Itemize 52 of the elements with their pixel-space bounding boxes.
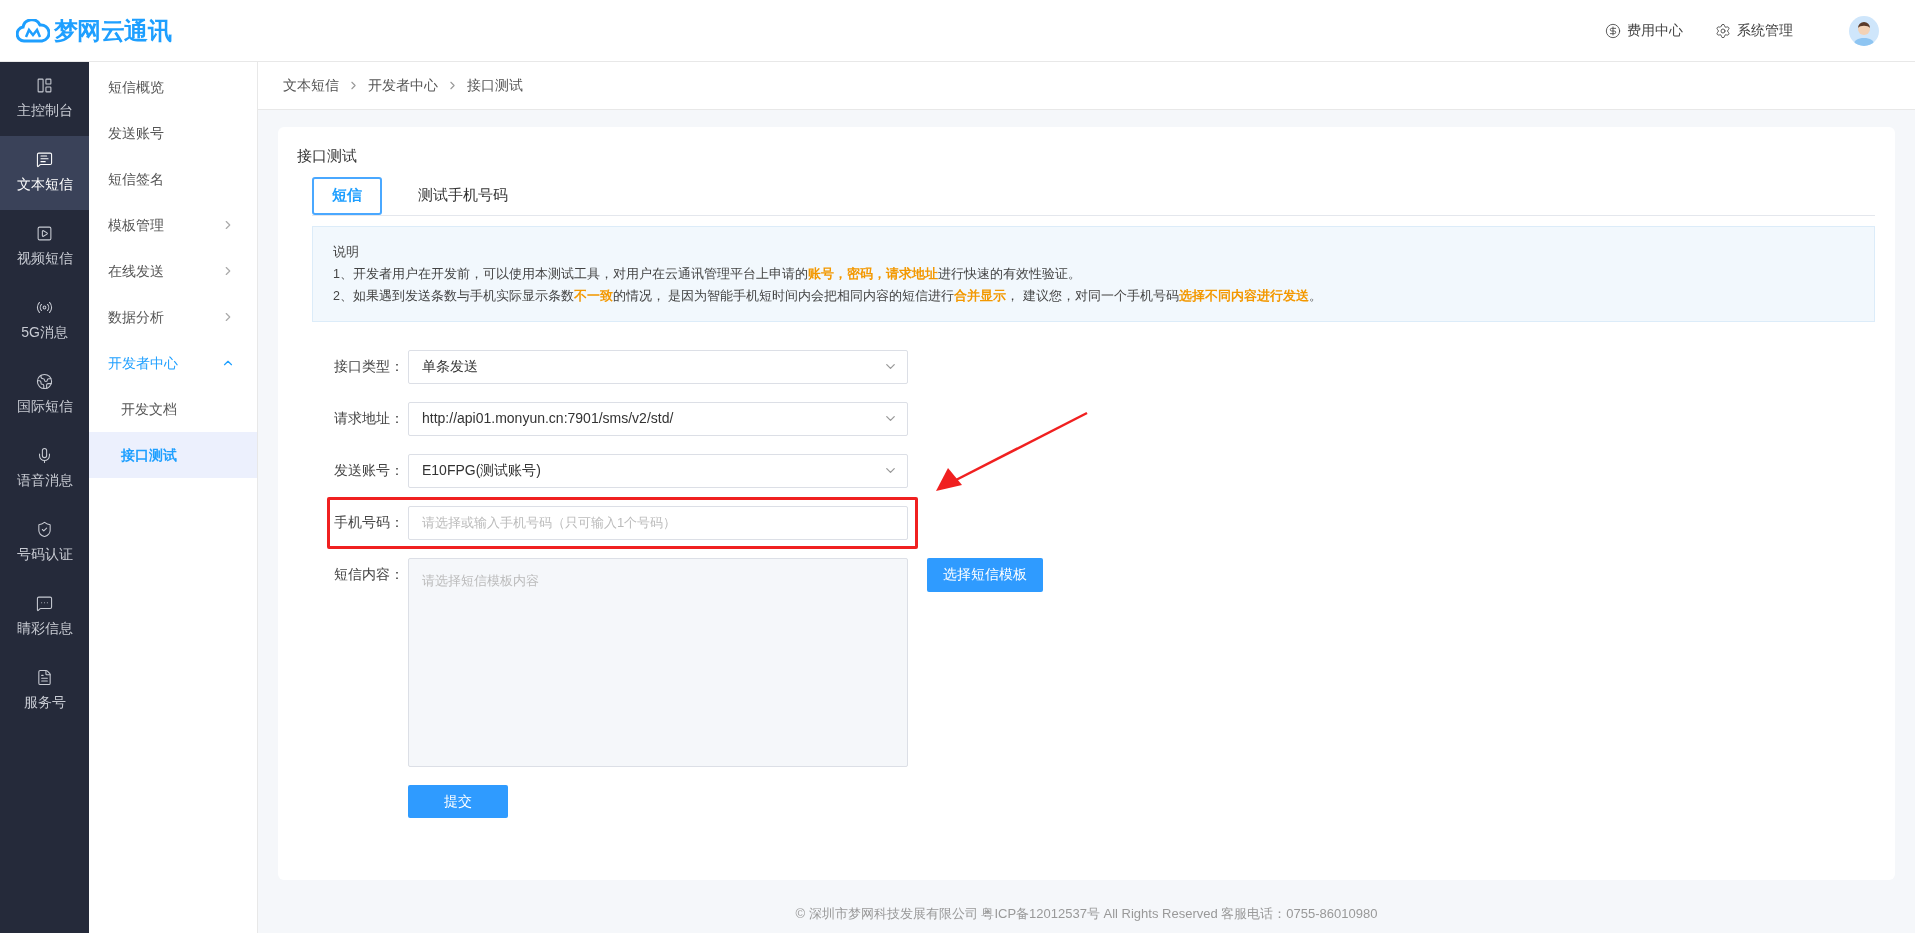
notice-text: 2、如果遇到发送条数与手机实际显示条数不一致的情况， 是因为智能手机短时间内会把相同内容的短信进行合并显示， 建议您，对同一个手机号码选择不同内容进行发送。	[333, 287, 1322, 305]
main-nav-item[interactable]: 号码认证	[0, 506, 89, 580]
content-textarea[interactable]: 请选择短信模板内容	[408, 557, 908, 767]
sub-nav-item[interactable]: 短信签名	[89, 156, 257, 202]
main-nav-item[interactable]: 文本短信	[0, 136, 89, 210]
document-icon	[36, 669, 53, 686]
main-nav-item[interactable]: 睛彩信息	[0, 580, 89, 654]
sub-nav-item[interactable]: 数据分析	[89, 294, 257, 340]
sub-nav-item[interactable]: 短信概览	[89, 64, 257, 110]
microphone-icon	[36, 447, 53, 464]
main-nav-item[interactable]: 视频短信	[0, 210, 89, 284]
field-label: 短信内容：	[333, 564, 405, 584]
layout-icon	[36, 77, 53, 94]
field-label: 接口类型：	[333, 356, 405, 376]
select-field[interactable]: 单条发送	[408, 349, 908, 384]
shield-icon	[36, 521, 53, 538]
message-icon	[36, 151, 53, 168]
sub-nav-item[interactable]: 在线发送	[89, 248, 257, 294]
breadcrumb-link[interactable]: 文本短信	[283, 75, 339, 96]
header-link[interactable]: 系统管理	[1715, 20, 1793, 41]
phone-input[interactable]: 请选择或输入手机号码（只可输入1个号码）	[408, 505, 908, 540]
avatar[interactable]	[1849, 15, 1879, 46]
card-title: 接口测试	[297, 146, 357, 166]
main-nav-item[interactable]: 国际短信	[0, 358, 89, 432]
footer-text: © 深圳市梦网科技发展有限公司 粤ICP备12012537号 All Rights Reserved 客服电话：0755-86010980	[795, 904, 1378, 923]
tab[interactable]: 测试手机号码	[400, 176, 526, 215]
field-label: 请求地址：	[333, 408, 405, 428]
notice-text: 1、开发者用户在开发前，可以使用本测试工具，对用户在云通讯管理平台上申请的账号，密码，请求地址进行快速的有效性验证。	[333, 265, 1081, 283]
field-label: 发送账号：	[333, 460, 405, 480]
select-field[interactable]: http://api01.monyun.cn:7901/sms/v2/std/	[408, 401, 908, 436]
select-field[interactable]: E10FPG(测试账号)	[408, 453, 908, 488]
main-nav-item[interactable]: 主控制台	[0, 62, 89, 136]
header-link[interactable]: 费用中心	[1605, 20, 1683, 41]
sub-nav-item[interactable]: 发送账号	[89, 110, 257, 156]
brand-logo: 梦网云通讯	[54, 15, 171, 46]
main-nav-item[interactable]: 服务号	[0, 654, 89, 728]
breadcrumb-link[interactable]: 接口测试	[467, 75, 523, 96]
chat-icon	[36, 595, 53, 612]
settings-icon	[1715, 22, 1731, 39]
sub-nav-child[interactable]: 开发文档	[89, 386, 257, 432]
breadcrumb-link[interactable]: 开发者中心	[368, 75, 438, 96]
sub-nav-item[interactable]: 模板管理	[89, 202, 257, 248]
field-label: 手机号码：	[333, 512, 405, 532]
cloud-logo-icon	[16, 18, 50, 43]
globe-icon	[36, 373, 53, 390]
play-icon	[36, 225, 53, 242]
signal-icon	[36, 299, 53, 316]
coin-icon	[1605, 22, 1621, 39]
main-nav-item[interactable]: 语音消息	[0, 432, 89, 506]
main-nav-item[interactable]: 5G消息	[0, 284, 89, 358]
user-silhouette-icon	[1853, 19, 1875, 46]
notice-title: 说明	[333, 243, 359, 261]
